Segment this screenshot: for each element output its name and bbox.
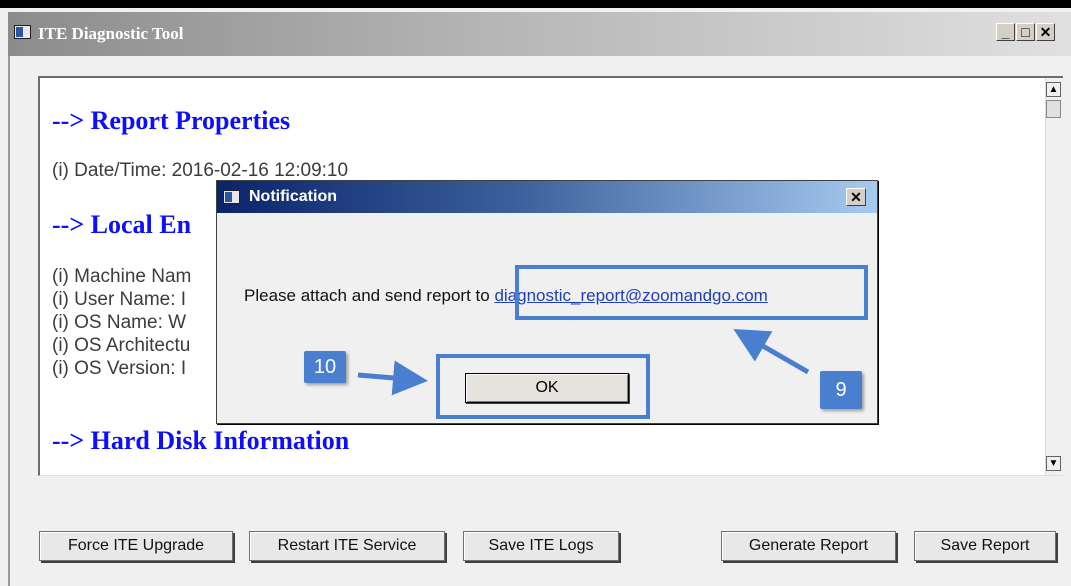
callout-arrows [357,329,810,396]
callout-step-9: 9 [820,371,862,409]
callout-step-10: 10 [304,351,346,383]
arrow-to-email [733,329,810,375]
arrow-to-ok [357,360,428,396]
